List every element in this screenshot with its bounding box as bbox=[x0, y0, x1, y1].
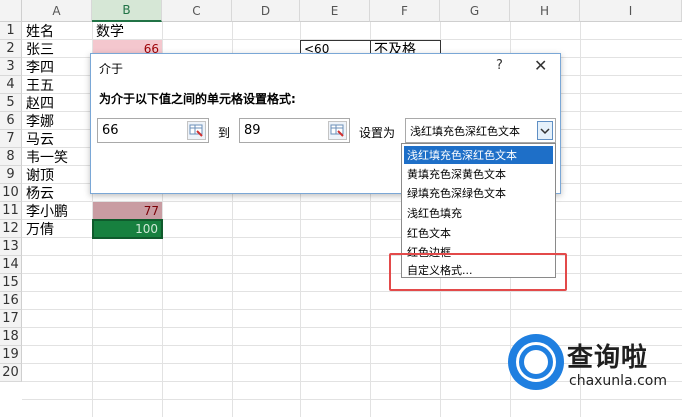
row-header-6[interactable]: 6 bbox=[0, 112, 22, 130]
cell-a3[interactable]: 李四 bbox=[23, 58, 92, 76]
col-header-c[interactable]: C bbox=[162, 0, 232, 22]
gridline bbox=[22, 309, 682, 310]
row-header-5[interactable]: 5 bbox=[0, 94, 22, 112]
help-icon[interactable]: ? bbox=[496, 58, 503, 73]
col-header-i[interactable]: I bbox=[580, 0, 682, 22]
cell-a2[interactable]: 张三 bbox=[23, 40, 92, 58]
col-header-g[interactable]: G bbox=[440, 0, 510, 22]
cell-a7[interactable]: 马云 bbox=[23, 130, 92, 148]
row-header-1[interactable]: 1 bbox=[0, 22, 22, 40]
close-icon[interactable]: ✕ bbox=[534, 56, 547, 75]
row-header-17[interactable]: 17 bbox=[0, 310, 22, 328]
cell-a8[interactable]: 韦一笑 bbox=[23, 148, 92, 166]
from-value-text: 66 bbox=[102, 123, 119, 138]
to-label: 到 bbox=[218, 126, 231, 140]
format-select[interactable]: 浅红填充色深红色文本 bbox=[405, 118, 556, 143]
row-header-10[interactable]: 10 bbox=[0, 184, 22, 202]
cell-b1[interactable]: 数学 bbox=[93, 22, 162, 40]
range-select-icon[interactable] bbox=[187, 121, 206, 140]
col-header-b[interactable]: B bbox=[92, 0, 162, 22]
col-header-d[interactable]: D bbox=[232, 0, 300, 22]
cell-a11[interactable]: 李小鹏 bbox=[23, 202, 92, 220]
col-header-a[interactable]: A bbox=[22, 0, 92, 22]
row-header-7[interactable]: 7 bbox=[0, 130, 22, 148]
row-header-8[interactable]: 8 bbox=[0, 148, 22, 166]
cell-a1[interactable]: 姓名 bbox=[23, 22, 92, 40]
row-header-15[interactable]: 15 bbox=[0, 274, 22, 292]
gridline bbox=[22, 255, 682, 256]
format-option[interactable]: 红色文本 bbox=[404, 224, 553, 242]
dialog-prompt: 为介于以下值之间的单元格设置格式: bbox=[99, 92, 296, 106]
col-header-e[interactable]: E bbox=[300, 0, 370, 22]
col-header-f[interactable]: F bbox=[370, 0, 440, 22]
row-header-14[interactable]: 14 bbox=[0, 256, 22, 274]
chevron-down-icon[interactable] bbox=[537, 121, 553, 140]
gridline bbox=[22, 327, 682, 328]
to-value-input[interactable]: 89 bbox=[239, 118, 350, 143]
format-option[interactable]: 浅红色填充 bbox=[404, 204, 553, 222]
row-header-16[interactable]: 16 bbox=[0, 292, 22, 310]
format-option[interactable]: 绿填充色深绿色文本 bbox=[404, 184, 553, 202]
watermark-logo-icon bbox=[508, 334, 564, 390]
row-header-2[interactable]: 2 bbox=[0, 40, 22, 58]
row-header-3[interactable]: 3 bbox=[0, 58, 22, 76]
format-option[interactable]: 黄填充色深黄色文本 bbox=[404, 165, 553, 183]
gridline bbox=[22, 273, 682, 274]
dialog-title: 介于 bbox=[99, 62, 124, 76]
row-header-19[interactable]: 19 bbox=[0, 346, 22, 364]
cell-a12[interactable]: 万倩 bbox=[23, 220, 92, 238]
to-value-text: 89 bbox=[244, 123, 261, 138]
watermark-brand: 查询啦 bbox=[567, 343, 649, 373]
watermark-url: chaxunla.com bbox=[569, 373, 667, 389]
cell-a4[interactable]: 王五 bbox=[23, 76, 92, 94]
gridline bbox=[22, 399, 682, 400]
row-header-4[interactable]: 4 bbox=[0, 76, 22, 94]
row-header-9[interactable]: 9 bbox=[0, 166, 22, 184]
gridline bbox=[22, 291, 682, 292]
row-header-12[interactable]: 12 bbox=[0, 220, 22, 238]
row-header-18[interactable]: 18 bbox=[0, 328, 22, 346]
format-select-value: 浅红填充色深红色文本 bbox=[410, 124, 520, 138]
cell-a9[interactable]: 谢顶 bbox=[23, 166, 92, 184]
cell-a6[interactable]: 李娜 bbox=[23, 112, 92, 130]
col-header-h[interactable]: H bbox=[510, 0, 580, 22]
highlight-annotation-box bbox=[389, 253, 567, 291]
row-header-11[interactable]: 11 bbox=[0, 202, 22, 220]
set-as-label: 设置为 bbox=[359, 126, 396, 140]
cell-b11[interactable]: 77 bbox=[93, 202, 162, 220]
format-option[interactable]: 浅红填充色深红色文本 bbox=[404, 146, 553, 164]
from-value-input[interactable]: 66 bbox=[97, 118, 209, 143]
cell-a10[interactable]: 杨云 bbox=[23, 184, 92, 202]
row-header-20[interactable]: 20 bbox=[0, 364, 22, 382]
cell-a5[interactable]: 赵四 bbox=[23, 94, 92, 112]
select-all-corner[interactable] bbox=[0, 0, 22, 22]
cell-b12[interactable]: 100 bbox=[92, 219, 163, 239]
range-select-icon[interactable] bbox=[328, 121, 347, 140]
row-header-13[interactable]: 13 bbox=[0, 238, 22, 256]
